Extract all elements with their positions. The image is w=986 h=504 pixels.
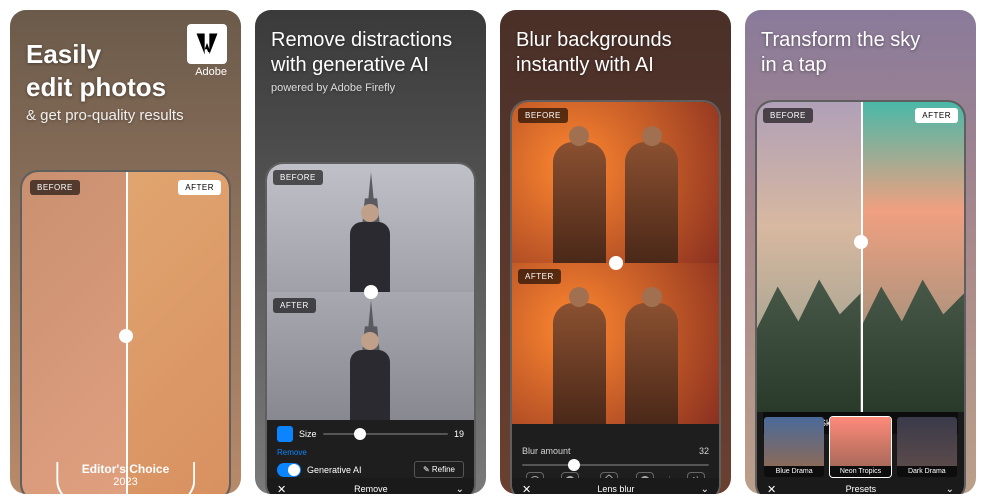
split-handle[interactable] (364, 285, 378, 299)
preset-dark-drama[interactable]: Dark Drama (896, 416, 958, 478)
bottom-bar: ✕ Remove ⌄ (267, 478, 474, 494)
split-handle[interactable] (609, 256, 623, 270)
subheadline: & get pro-quality results (10, 107, 241, 132)
before-after-split[interactable]: BEFORE AFTER (22, 172, 229, 494)
size-label: Size (299, 429, 317, 439)
preset-blue-drama[interactable]: Blue Drama (763, 416, 825, 478)
screenshot-1: Adobe Easily edit photos & get pro-quali… (10, 10, 241, 494)
headline-line-2: instantly with AI (516, 53, 715, 78)
preset-label: Dark Drama (897, 466, 957, 477)
award-year: 2023 (82, 476, 170, 488)
preset-label: Blue Drama (764, 466, 824, 477)
editors-choice-badge: Editor's Choice 2023 (82, 462, 170, 488)
genai-label: Generative AI (307, 465, 362, 475)
tool-icon[interactable] (277, 426, 293, 442)
screenshot-3: Blur backgrounds instantly with AI BEFOR… (500, 10, 731, 494)
people-silhouette (553, 303, 677, 424)
blur-slider[interactable] (522, 464, 709, 466)
headline-line-2: with generative AI (271, 53, 470, 78)
headline-line-2: in a tap (761, 53, 960, 78)
after-badge: AFTER (518, 269, 561, 284)
before-badge: BEFORE (763, 108, 813, 123)
after-badge: AFTER (915, 108, 958, 123)
close-icon[interactable]: ✕ (522, 483, 531, 495)
presets-row: Blue Drama Neon Tropics Dark Drama (763, 416, 958, 478)
headline: Blur backgrounds instantly with AI (500, 10, 731, 82)
adobe-logo-label: Adobe (195, 66, 227, 78)
after-image (126, 172, 230, 494)
person-silhouette (350, 350, 390, 420)
phone-mockup: BEFORE AFTER (20, 170, 231, 494)
genai-toggle[interactable] (277, 463, 301, 477)
before-badge: BEFORE (273, 170, 323, 185)
preset-label: Neon Tropics (830, 466, 890, 477)
after-image (861, 102, 965, 412)
chevron-down-icon[interactable]: ⌄ (701, 484, 709, 495)
split-handle[interactable] (119, 329, 133, 343)
before-image (22, 172, 126, 494)
headline-line-1: Blur backgrounds (516, 28, 715, 53)
after-image: AFTER (267, 292, 474, 420)
close-icon[interactable]: ✕ (277, 483, 286, 495)
mode-label: Lens blur (597, 484, 634, 494)
split-handle[interactable] (854, 235, 868, 249)
before-image (757, 102, 861, 412)
blur-label: Blur amount (522, 446, 571, 456)
person-silhouette (350, 222, 390, 292)
headline: Transform the sky in a tap (745, 10, 976, 82)
screenshot-2: Remove distractions with generative AI p… (255, 10, 486, 494)
before-badge: BEFORE (30, 180, 80, 195)
mode-label: Presets (846, 484, 877, 494)
phone-mockup: BEFORE AFTER ‹ Adaptive: Sky Blue Drama … (755, 100, 966, 494)
headline-line-1: Remove distractions (271, 28, 470, 53)
blur-value: 32 (699, 446, 709, 456)
size-slider[interactable] (323, 433, 448, 435)
preset-neon-tropics[interactable]: Neon Tropics (829, 416, 891, 478)
phone-mockup: BEFORE AFTER Blur amount 32 Circle Bubbl… (510, 100, 721, 494)
adobe-logo-icon (187, 24, 227, 64)
people-silhouette (553, 142, 677, 263)
chevron-down-icon[interactable]: ⌄ (946, 484, 954, 495)
size-value: 19 (454, 429, 464, 439)
before-after-stack: BEFORE AFTER (267, 164, 474, 420)
headline: Remove distractions with generative AI (255, 10, 486, 82)
close-icon[interactable]: ✕ (767, 483, 776, 495)
before-image: BEFORE (512, 102, 719, 263)
award-title: Editor's Choice (82, 462, 170, 476)
remove-label: Remove (277, 448, 464, 457)
headline-line-1: Transform the sky (761, 28, 960, 53)
chevron-down-icon[interactable]: ⌄ (456, 484, 464, 495)
after-badge: AFTER (273, 298, 316, 313)
before-after-split[interactable]: BEFORE AFTER (757, 102, 964, 412)
subheadline: powered by Adobe Firefly (255, 82, 486, 102)
before-badge: BEFORE (518, 108, 568, 123)
before-image: BEFORE (267, 164, 474, 292)
phone-mockup: BEFORE AFTER Size 19 Remove Generative A (265, 162, 476, 494)
after-badge: AFTER (178, 180, 221, 195)
bottom-bar: ✕ Presets ⌄ (757, 478, 964, 494)
before-after-stack: BEFORE AFTER (512, 102, 719, 424)
bottom-bar: ✕ Lens blur ⌄ (512, 478, 719, 494)
split-divider[interactable] (861, 102, 863, 412)
after-image: AFTER (512, 263, 719, 424)
refine-button[interactable]: ✎ Refine (414, 461, 464, 478)
screenshot-4: Transform the sky in a tap BEFORE AFTER … (745, 10, 976, 494)
mode-label: Remove (354, 484, 388, 494)
